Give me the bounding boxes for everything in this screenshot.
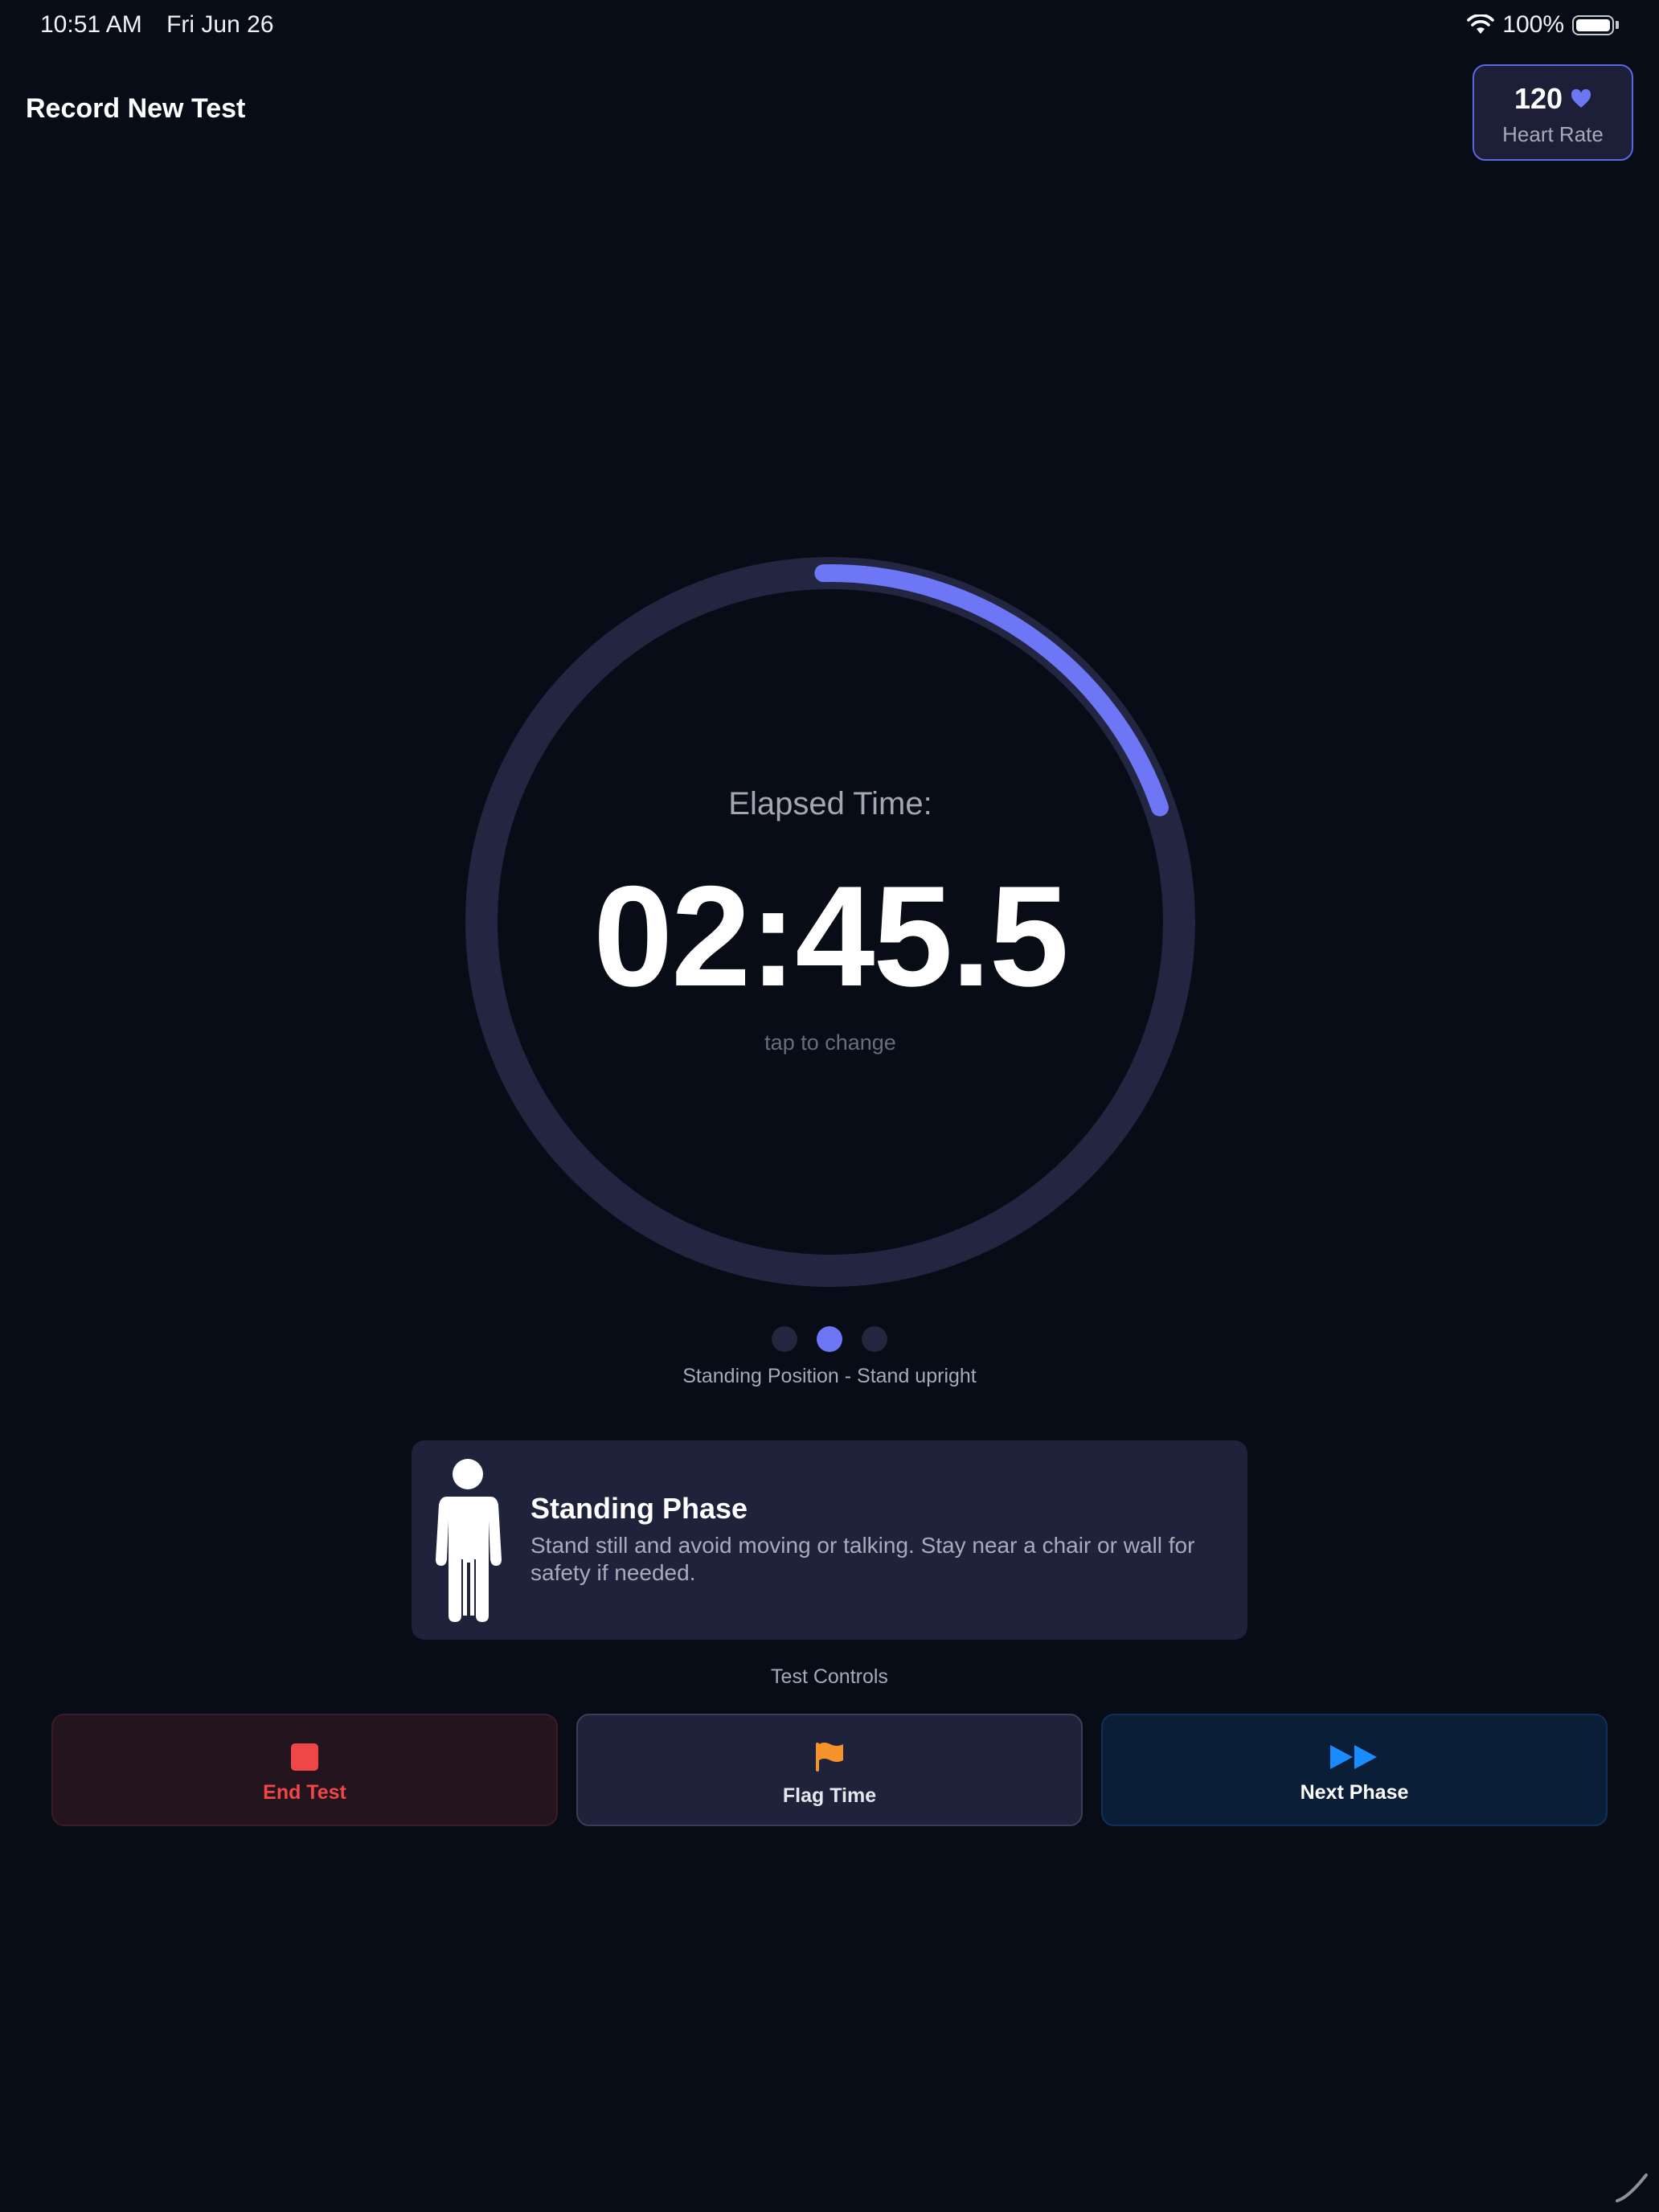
phase-dots xyxy=(0,1326,1659,1352)
status-bar: 10:51 AM Fri Jun 26 100% xyxy=(0,0,1659,51)
flag-icon xyxy=(816,1743,843,1772)
test-controls-label: Test Controls xyxy=(771,1665,888,1688)
heart-rate-value: 120 xyxy=(1514,82,1563,115)
stop-icon xyxy=(291,1743,318,1771)
phase-caption: Standing Position - Stand upright xyxy=(682,1365,977,1387)
battery-icon xyxy=(1572,14,1614,35)
flag-time-button[interactable]: Flag Time xyxy=(576,1714,1083,1826)
elapsed-time-label: Elapsed Time: xyxy=(728,786,932,821)
phase-card: Standing Phase Stand still and avoid mov… xyxy=(412,1440,1247,1640)
phase-dot-2 xyxy=(817,1326,842,1352)
phase-dot-3 xyxy=(862,1326,887,1352)
wifi-icon xyxy=(1467,14,1495,34)
end-test-label: End Test xyxy=(263,1781,346,1804)
elapsed-time-value[interactable]: 02:45.5 xyxy=(465,854,1196,1018)
phase-title: Standing Phase xyxy=(530,1492,748,1525)
status-time: 10:51 AM xyxy=(40,11,142,38)
fast-forward-icon xyxy=(1330,1745,1377,1769)
status-right: 100% xyxy=(1467,11,1619,39)
status-date: Fri Jun 26 xyxy=(166,11,274,38)
next-phase-label: Next Phase xyxy=(1300,1781,1409,1804)
stop-icon-wrap xyxy=(53,1741,556,1773)
flag-time-label: Flag Time xyxy=(782,1784,877,1807)
battery-percent: 100% xyxy=(1502,11,1564,38)
standing-person-icon xyxy=(436,1459,502,1622)
end-test-button[interactable]: End Test xyxy=(51,1714,558,1826)
heart-rate-label: Heart Rate xyxy=(1502,122,1604,146)
phase-description: Stand still and avoid moving or talking.… xyxy=(530,1533,1195,1585)
screen: 10:51 AM Fri Jun 26 100% Record New Test… xyxy=(0,0,1659,2212)
heart-rate-value-row: 120 xyxy=(1474,82,1632,116)
battery-fill xyxy=(1576,18,1610,31)
heart-icon xyxy=(1571,89,1591,108)
resize-handle-icon xyxy=(1616,2173,1648,2202)
heart-rate-card[interactable]: 120 Heart Rate xyxy=(1473,64,1633,161)
page-title: Record New Test xyxy=(26,93,246,124)
timer-display[interactable]: Elapsed Time: 02:45.5 tap to change xyxy=(465,556,1196,1288)
battery-cap xyxy=(1616,21,1619,29)
fast-forward-icon-wrap xyxy=(1103,1741,1606,1773)
flag-icon-wrap xyxy=(578,1741,1081,1773)
next-phase-button[interactable]: Next Phase xyxy=(1101,1714,1608,1826)
phase-dot-1 xyxy=(772,1326,797,1352)
tap-to-change-hint: tap to change xyxy=(764,1030,896,1055)
status-left: 10:51 AM Fri Jun 26 xyxy=(40,11,292,39)
